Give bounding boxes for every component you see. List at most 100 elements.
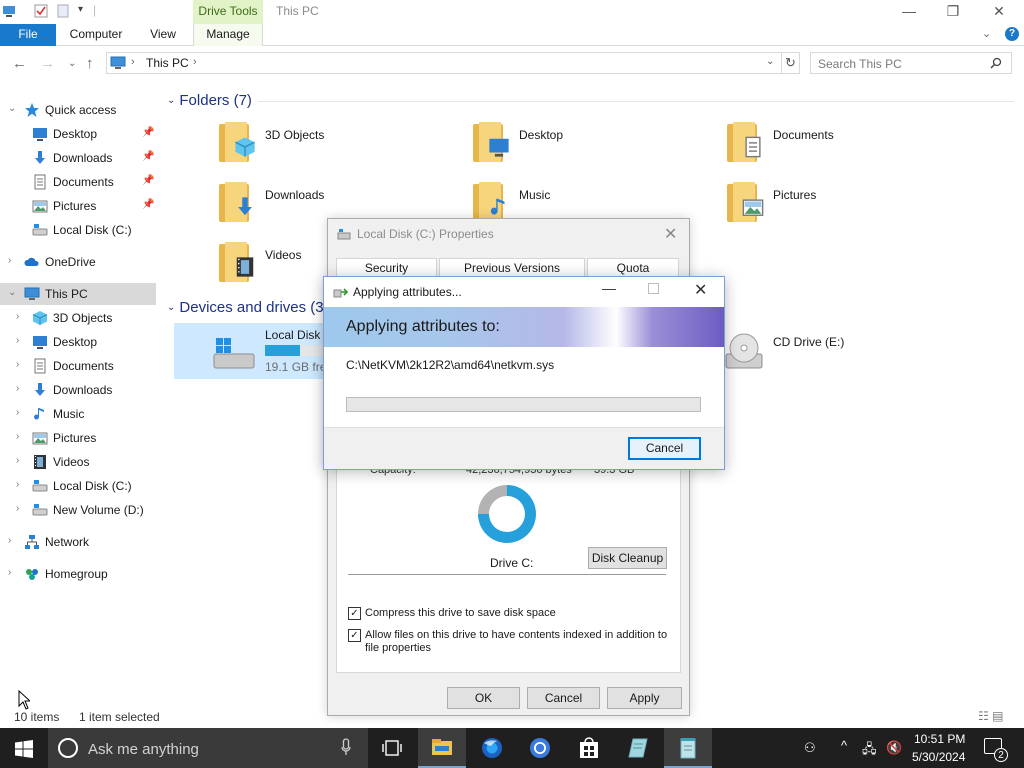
- chevron-right-icon[interactable]: ›: [16, 479, 19, 490]
- sidebar-item-homegroup[interactable]: › Homegroup: [0, 563, 156, 585]
- sidebar-item-desktop[interactable]: Desktop 📌: [0, 123, 156, 145]
- chevron-right-icon[interactable]: ›: [16, 431, 19, 442]
- tab-file[interactable]: File: [0, 24, 56, 46]
- close-button[interactable]: ✕: [976, 0, 1022, 24]
- help-icon[interactable]: ?: [1005, 27, 1019, 41]
- sidebar-item-3d-objects[interactable]: › 3D Objects: [0, 307, 156, 329]
- breadcrumb-separator[interactable]: ›: [131, 56, 135, 68]
- sidebar-item-downloads[interactable]: Downloads 📌: [0, 147, 156, 169]
- tab-quota[interactable]: Quota: [587, 258, 679, 278]
- tab-manage[interactable]: Manage: [193, 24, 263, 46]
- windows-start-icon[interactable]: [15, 740, 33, 758]
- sidebar-item-videos[interactable]: › Videos: [0, 451, 156, 473]
- microphone-icon[interactable]: [341, 738, 351, 756]
- folders-group-header[interactable]: ⌄ Folders (7): [167, 92, 252, 109]
- properties-icon[interactable]: [34, 4, 48, 18]
- chevron-right-icon[interactable]: ›: [16, 335, 19, 346]
- properties-close-icon[interactable]: ✕: [664, 224, 677, 244]
- apply-cancel-button[interactable]: Cancel: [628, 437, 701, 460]
- chevron-down-icon[interactable]: ⌄: [8, 103, 16, 114]
- chevron-right-icon[interactable]: ›: [16, 311, 19, 322]
- clock-time[interactable]: 10:51 PM: [914, 732, 965, 746]
- sidebar-item-onedrive[interactable]: › OneDrive: [0, 251, 156, 273]
- taskbar-chrome[interactable]: [516, 728, 564, 768]
- folder-label[interactable]: 3D Objects: [265, 128, 324, 142]
- maximize-button[interactable]: ❐: [930, 0, 976, 24]
- apply-button[interactable]: Apply: [607, 687, 682, 709]
- sidebar-item-pictures[interactable]: Pictures 📌: [0, 195, 156, 217]
- chevron-right-icon[interactable]: ›: [8, 535, 11, 546]
- refresh-button[interactable]: ↻: [782, 52, 800, 74]
- new-folder-icon[interactable]: [56, 4, 70, 18]
- folder-downloads[interactable]: [219, 180, 259, 224]
- sidebar-item-new-volume-d[interactable]: › New Volume (D:): [0, 499, 156, 521]
- minimize-button[interactable]: —: [886, 0, 932, 24]
- sidebar-item-desktop[interactable]: › Desktop: [0, 331, 156, 353]
- ok-button[interactable]: OK: [447, 687, 520, 709]
- back-arrow-icon[interactable]: ←: [12, 55, 27, 72]
- cd-drive-label[interactable]: CD Drive (E:): [773, 335, 844, 349]
- address-dropdown-icon[interactable]: ⌄: [766, 56, 774, 67]
- breadcrumb-this-pc[interactable]: This PC: [146, 56, 189, 70]
- sidebar-item-downloads[interactable]: › Downloads: [0, 379, 156, 401]
- qat-customize-icon[interactable]: ▾: [78, 4, 83, 15]
- sidebar-item-network[interactable]: › Network: [0, 531, 156, 553]
- devices-group-header[interactable]: ⌄ Devices and drives (3: [167, 299, 324, 316]
- up-arrow-icon[interactable]: ↑: [86, 55, 94, 72]
- taskbar-app[interactable]: [614, 728, 662, 768]
- address-bar[interactable]: [106, 52, 782, 74]
- sidebar-item-documents[interactable]: Documents 📌: [0, 171, 156, 193]
- folder-label[interactable]: Pictures: [773, 188, 816, 202]
- taskbar-firefox[interactable]: [468, 728, 516, 768]
- recent-locations-icon[interactable]: ⌄: [68, 58, 76, 69]
- view-toggle-icons[interactable]: ☷ ▤: [978, 709, 1003, 723]
- sidebar-item-music[interactable]: › Music: [0, 403, 156, 425]
- sidebar-item-quick-access[interactable]: ⌄ Quick access: [0, 99, 156, 121]
- apply-minimize-button[interactable]: —: [602, 280, 616, 296]
- tab-security[interactable]: Security: [336, 258, 437, 278]
- folder-3d-objects[interactable]: [219, 120, 259, 164]
- folder-label[interactable]: Downloads: [265, 188, 324, 202]
- chevron-right-icon[interactable]: ›: [8, 255, 11, 266]
- chevron-right-icon[interactable]: ›: [16, 407, 19, 418]
- chevron-right-icon[interactable]: ›: [16, 359, 19, 370]
- forward-arrow-icon[interactable]: →: [40, 55, 55, 72]
- ribbon-expand-icon[interactable]: ⌄: [982, 27, 991, 40]
- chevron-right-icon[interactable]: ›: [16, 383, 19, 394]
- folder-label[interactable]: Desktop: [519, 128, 563, 142]
- clock-date[interactable]: 5/30/2024: [912, 750, 965, 764]
- folder-videos[interactable]: [219, 240, 259, 284]
- tab-computer[interactable]: Computer: [56, 24, 136, 46]
- folder-documents[interactable]: [727, 120, 767, 164]
- index-checkbox[interactable]: ✓: [348, 629, 361, 642]
- people-icon[interactable]: ⚇: [804, 740, 816, 756]
- chevron-right-icon[interactable]: ›: [16, 455, 19, 466]
- folder-label[interactable]: Videos: [265, 248, 301, 262]
- tab-view[interactable]: View: [136, 24, 190, 46]
- breadcrumb-separator[interactable]: ›: [193, 56, 197, 68]
- sidebar-item-this-pc[interactable]: ⌄ This PC: [0, 283, 156, 305]
- volume-muted-icon[interactable]: 🔇: [886, 740, 902, 756]
- sidebar-item-documents[interactable]: › Documents: [0, 355, 156, 377]
- compress-checkbox[interactable]: ✓: [348, 607, 361, 620]
- folder-pictures[interactable]: [727, 180, 767, 224]
- taskbar-store[interactable]: [565, 728, 613, 768]
- taskbar-file-explorer[interactable]: [418, 728, 466, 768]
- chevron-down-icon[interactable]: ⌄: [8, 287, 16, 298]
- sidebar-item-local-disk-c[interactable]: › Local Disk (C:): [0, 475, 156, 497]
- task-view-button[interactable]: [368, 728, 416, 768]
- apply-close-button[interactable]: ✕: [694, 280, 707, 300]
- folder-desktop[interactable]: [473, 120, 513, 164]
- tab-previous-versions[interactable]: Previous Versions: [439, 258, 585, 278]
- disk-cleanup-button[interactable]: Disk Cleanup: [588, 547, 667, 569]
- chevron-right-icon[interactable]: ›: [8, 567, 11, 578]
- computer-icon[interactable]: [2, 4, 16, 18]
- sidebar-item-pictures[interactable]: › Pictures: [0, 427, 156, 449]
- network-icon[interactable]: 🖧: [862, 740, 877, 762]
- folder-label[interactable]: Music: [519, 188, 550, 202]
- properties-cancel-button[interactable]: Cancel: [527, 687, 600, 709]
- folder-label[interactable]: Documents: [773, 128, 834, 142]
- taskbar-notepad[interactable]: [664, 728, 712, 768]
- chevron-right-icon[interactable]: ›: [16, 503, 19, 514]
- sidebar-item-local-disk-c[interactable]: Local Disk (C:): [0, 219, 156, 241]
